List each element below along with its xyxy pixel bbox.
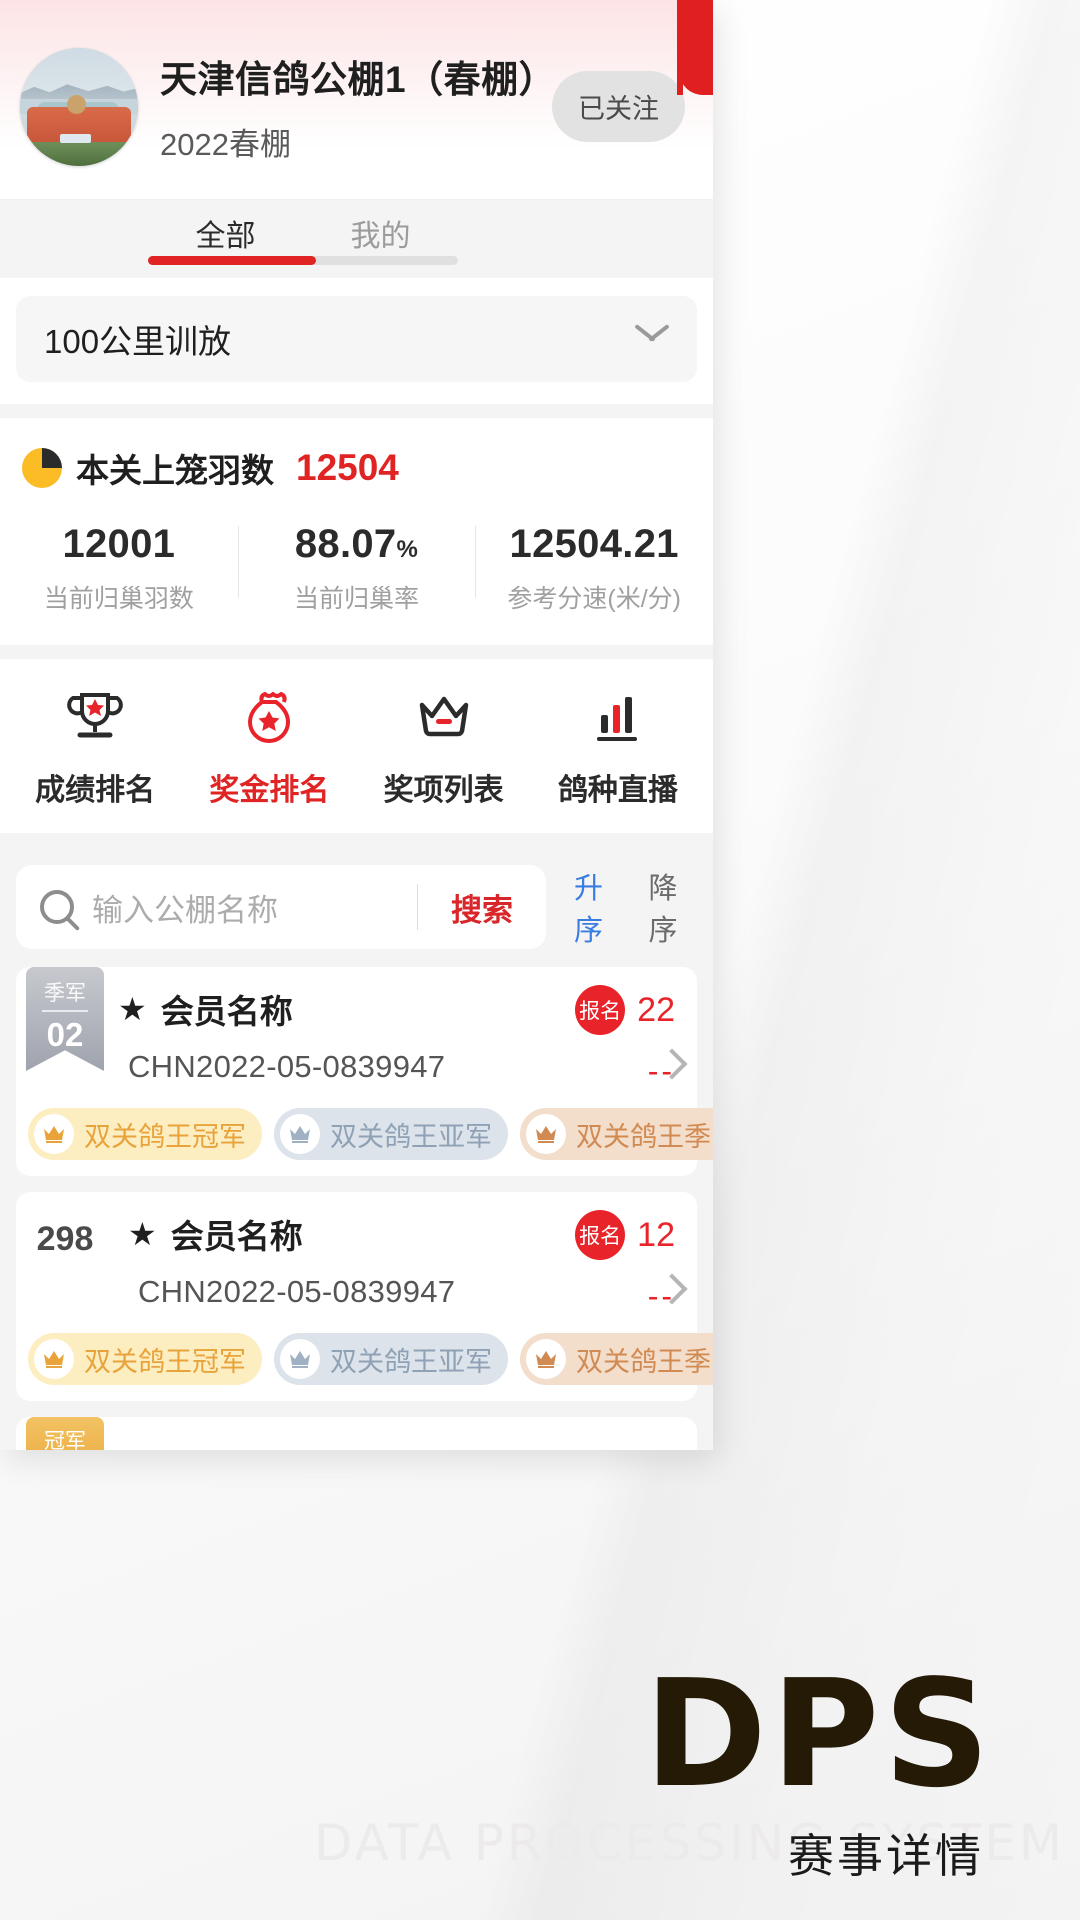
nav-item-award-list[interactable]: 奖项列表	[357, 685, 531, 809]
stat-value: 88.07	[294, 522, 397, 566]
tag-label: 双关鸽王季军	[576, 1121, 713, 1152]
crown-icon	[526, 1114, 566, 1154]
page-caption: 赛事详情	[788, 1830, 984, 1882]
nav-label: 鸽种直播	[557, 774, 678, 807]
nav-item-prize-ranking[interactable]: 奖金排名	[182, 685, 356, 809]
rank-ribbon-badge: 季军 02	[26, 967, 104, 1071]
stat-value: 12504.21	[509, 522, 679, 566]
tag-runner-up: 双关鸽王亚军	[274, 1108, 508, 1160]
pie-chart-icon	[22, 448, 62, 488]
sort-descending-button[interactable]: 降序	[649, 865, 698, 949]
money-bag-icon	[182, 685, 356, 751]
page-root: 天津信鸽公棚1（春棚） 2022春棚 已关注 全部 我的 100公里训放 本关上…	[0, 0, 1080, 1920]
crown-icon	[526, 1339, 566, 1379]
crown-icon	[280, 1339, 320, 1379]
shed-subtitle: 2022春棚	[160, 127, 291, 162]
search-row: 输入公棚名称 搜索 升序 降序	[0, 847, 713, 967]
table-row[interactable]: 季军 02 ★ 会员名称 CHN2022-05-0839947 报名 22 --…	[16, 967, 713, 1176]
stats-top-value: 12504	[296, 447, 399, 488]
divider	[0, 404, 713, 418]
tag-third-place: 双关鸽王季军	[520, 1108, 713, 1160]
avatar	[20, 47, 138, 166]
score-value: --	[647, 1278, 675, 1314]
rank-number: 298	[36, 1220, 94, 1258]
tag-row: 双关鸽王冠军 双关鸽王亚军 双关鸽王季军	[16, 1108, 713, 1160]
follow-button[interactable]: 已关注	[552, 71, 685, 142]
rank-ribbon-badge: 冠军	[26, 1417, 104, 1450]
nav-label: 奖项列表	[383, 774, 504, 807]
crown-icon	[34, 1114, 74, 1154]
rank-number: 02	[46, 1016, 84, 1053]
tabbar: 全部 我的	[0, 200, 713, 278]
trophy-icon	[8, 685, 182, 751]
phone-screen: 天津信鸽公棚1（春棚） 2022春棚 已关注 全部 我的 100公里训放 本关上…	[0, 0, 713, 1450]
tag-champion: 双关鸽王冠军	[28, 1333, 262, 1385]
search-box[interactable]: 输入公棚名称 搜索	[16, 865, 546, 949]
page-title: 天津信鸽公棚1（春棚）	[160, 59, 557, 100]
tag-label: 双关鸽王亚军	[330, 1346, 492, 1377]
rank-title: 季军	[44, 982, 86, 1005]
race-select[interactable]: 100公里训放	[16, 296, 697, 382]
rank-title: 冠军	[44, 1430, 86, 1450]
ring-code: CHN2022-05-0839947	[138, 1274, 456, 1309]
search-button[interactable]: 搜索	[418, 885, 546, 930]
nav-item-score-ranking[interactable]: 成绩排名	[8, 685, 182, 809]
stat-returned-count: 12001 当前归巢羽数	[0, 518, 238, 619]
stat-label: 当前归巢率	[294, 585, 420, 613]
stat-unit: %	[396, 536, 419, 563]
stat-return-rate: 88.07% 当前归巢率	[237, 518, 476, 619]
brand-logo-block: DPS DATA PROCESSING SYSTEM	[314, 1648, 1062, 1872]
shed-header: 天津信鸽公棚1（春棚） 2022春棚 已关注	[0, 0, 713, 200]
race-select-value: 100公里训放	[44, 323, 232, 360]
bar-chart-icon	[531, 685, 705, 751]
tag-third-place: 双关鸽王季军	[520, 1333, 713, 1385]
stat-value: 12001	[62, 522, 176, 566]
status-badge: 报名	[575, 985, 626, 1035]
status-badge: 报名	[575, 1210, 626, 1260]
sort-ascending-button[interactable]: 升序	[574, 865, 623, 949]
nav-label: 奖金排名	[209, 774, 330, 807]
nav-item-live-broadcast[interactable]: 鸽种直播	[531, 685, 705, 809]
member-name: 会员名称	[170, 1218, 303, 1255]
star-icon: ★	[128, 1216, 157, 1252]
stat-label: 当前归巢羽数	[43, 585, 194, 613]
tag-label: 双关鸽王冠军	[84, 1121, 246, 1152]
crown-icon	[34, 1339, 74, 1379]
crown-icon	[357, 685, 531, 751]
tag-runner-up: 双关鸽王亚军	[274, 1333, 508, 1385]
quick-nav: 成绩排名 奖金排名 奖项列表 鸽种直播	[0, 659, 713, 833]
signup-count: 22	[637, 990, 675, 1029]
table-row-partial[interactable]: 冠军	[16, 1417, 697, 1450]
stat-label: 参考分速(米/分)	[507, 585, 681, 613]
tab-indicator-thumb	[148, 256, 316, 265]
crown-icon	[280, 1114, 320, 1154]
tag-champion: 双关鸽王冠军	[28, 1108, 262, 1160]
stat-reference-speed: 12504.21 参考分速(米/分)	[475, 518, 713, 619]
score-value: --	[647, 1053, 675, 1089]
nav-label: 成绩排名	[35, 774, 156, 807]
red-accent-sliver	[677, 0, 713, 95]
search-icon	[40, 890, 74, 924]
signup-count: 12	[637, 1215, 675, 1254]
star-icon: ★	[118, 991, 147, 1027]
brand-logo: DPS	[644, 1648, 994, 1820]
divider	[0, 645, 713, 659]
ring-code: CHN2022-05-0839947	[128, 1049, 446, 1084]
member-name: 会员名称	[160, 993, 293, 1030]
tag-label: 双关鸽王亚军	[330, 1121, 492, 1152]
table-row[interactable]: 298 ★ 会员名称 CHN2022-05-0839947 报名 12 -- 双…	[16, 1192, 713, 1401]
stats-panel: 本关上笼羽数 12504 12001 当前归巢羽数 88.07% 当前归巢率 1…	[0, 418, 713, 645]
chevron-down-icon	[635, 329, 669, 349]
tag-label: 双关鸽王冠军	[84, 1346, 246, 1377]
divider	[0, 833, 713, 847]
tag-row: 双关鸽王冠军 双关鸽王亚军 双关鸽王季军	[16, 1333, 713, 1385]
search-input[interactable]: 输入公棚名称	[92, 885, 417, 930]
stats-top-label: 本关上笼羽数	[76, 452, 274, 489]
tag-label: 双关鸽王季军	[576, 1346, 713, 1377]
race-select-section: 100公里训放	[0, 278, 713, 404]
